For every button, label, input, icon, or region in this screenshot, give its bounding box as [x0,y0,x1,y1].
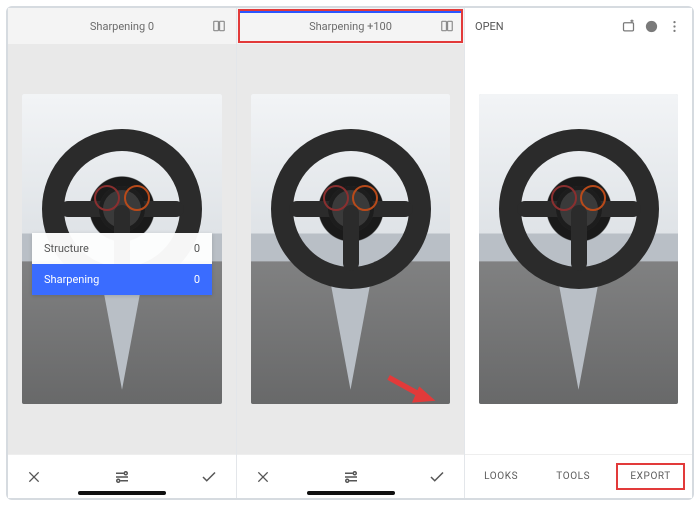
tutorial-three-panel: Sharpening 0 Structure 0 Sharpening 0 [6,6,694,500]
slider-fill [240,10,461,13]
home-bottom-nav: LOOKS TOOLS EXPORT [465,454,692,498]
image-preview[interactable]: Structure 0 Sharpening 0 [8,44,236,454]
slider-header[interactable]: Sharpening +100 [237,8,464,44]
panel-home: OPEN LOOKS TOOLS EXPORT [464,8,692,498]
cancel-button[interactable] [26,469,42,485]
nav-export[interactable]: EXPORT [616,463,684,490]
edit-toolbar [237,454,464,498]
structure-label: Structure [44,242,89,255]
sliders-icon[interactable] [342,468,360,486]
panel-sharpening-max: Sharpening +100 [236,8,464,498]
nav-looks[interactable]: LOOKS [472,465,530,488]
home-indicator [307,491,395,495]
photo [479,94,678,404]
edit-toolbar [8,454,236,498]
compare-icon[interactable] [212,19,226,33]
slider-header[interactable]: Sharpening 0 [8,8,236,44]
cancel-button[interactable] [255,469,271,485]
photo [251,94,450,404]
more-icon[interactable] [667,19,682,34]
nav-tools[interactable]: TOOLS [544,465,602,488]
structure-value: 0 [194,242,200,255]
sliders-icon[interactable] [113,468,131,486]
structure-row[interactable]: Structure 0 [32,233,212,264]
sharpening-label: Sharpening [44,273,99,286]
home-topbar: OPEN [465,8,692,44]
apply-button[interactable] [200,468,218,486]
panel-sharpening-zero: Sharpening 0 Structure 0 Sharpening 0 [8,8,236,498]
home-indicator [78,491,166,495]
add-photo-icon[interactable] [621,19,636,34]
adjustments-overlay: Structure 0 Sharpening 0 [32,233,212,295]
compare-icon[interactable] [440,19,454,33]
slider-label: Sharpening +100 [309,20,392,33]
slider-label: Sharpening 0 [90,20,154,33]
info-icon[interactable] [644,19,659,34]
image-preview[interactable] [465,44,692,454]
sharpening-value: 0 [194,273,200,286]
sharpening-row[interactable]: Sharpening 0 [32,264,212,295]
image-preview[interactable] [237,44,464,454]
open-button[interactable]: OPEN [475,20,504,33]
apply-button[interactable] [428,468,446,486]
